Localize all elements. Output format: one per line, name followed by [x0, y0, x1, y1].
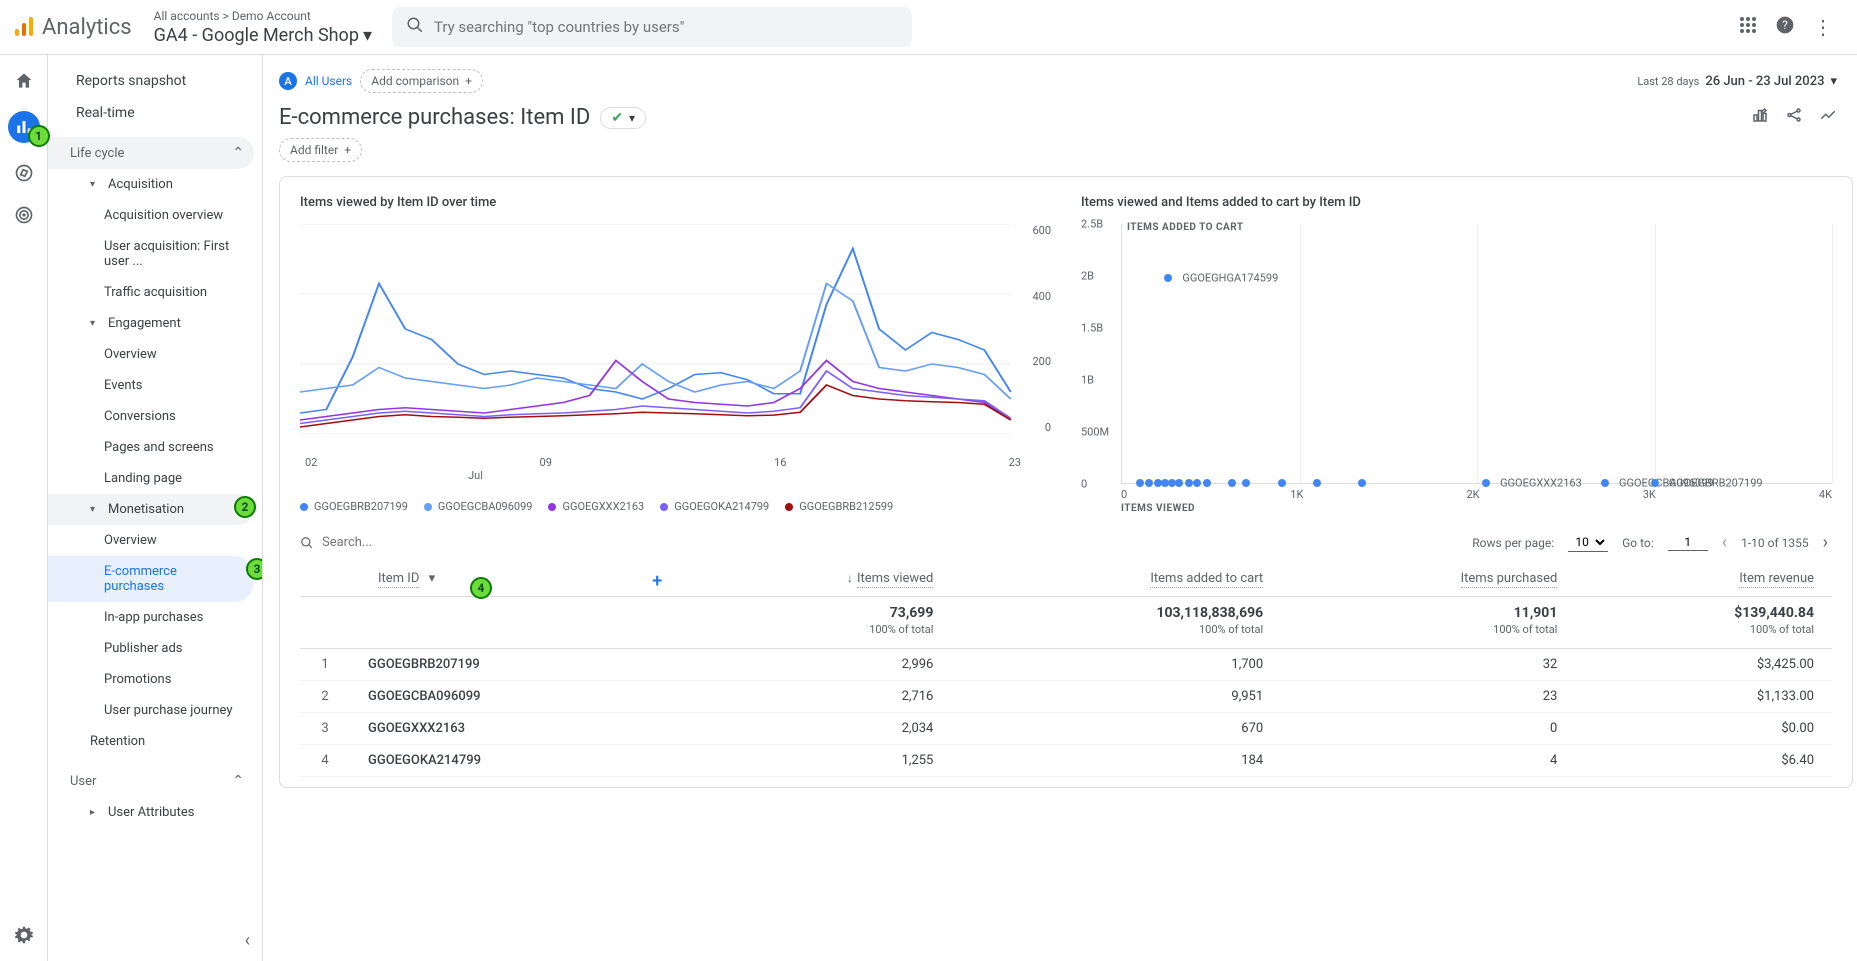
caret-down-icon: ▾ [90, 179, 100, 190]
sidebar-item-mon-inapp[interactable]: In-app purchases [48, 602, 254, 633]
add-comparison-button[interactable]: Add comparison+ [360, 69, 483, 93]
sidebar-item-monetisation[interactable]: ▾Monetisation 2 [48, 494, 254, 525]
table-row[interactable]: 2GGOEGCBA0960992,7169,95123$1,133.00 [300, 681, 1832, 713]
table-row[interactable]: 1GGOEGBRB2071992,9961,70032$3,425.00 [300, 649, 1832, 681]
table-search[interactable] [300, 535, 488, 550]
account-selector[interactable]: All accounts > Demo Account GA4 - Google… [154, 9, 372, 46]
breadcrumb: All accounts > Demo Account [154, 9, 372, 23]
search-bar[interactable] [392, 7, 912, 47]
prev-page-icon[interactable]: ‹ [1722, 532, 1727, 553]
sidebar-item-retention[interactable]: Retention [48, 726, 254, 757]
plus-icon: + [465, 74, 472, 88]
svg-text:?: ? [1782, 18, 1788, 32]
caret-right-icon: ▸ [90, 807, 100, 818]
caret-down-icon: ▾ [90, 504, 100, 515]
chevron-down-icon: ▾ [1830, 74, 1837, 89]
sidebar-item-user-attrs[interactable]: ▸User Attributes [48, 797, 254, 828]
add-filter-button[interactable]: Add filter+ [279, 138, 362, 162]
caret-down-icon: ▾ [90, 318, 100, 329]
advertising-icon[interactable] [12, 203, 36, 227]
table-controls: Rows per page: 10 Go to: ‹ 1-10 of 1355 … [300, 532, 1832, 553]
page-range: 1-10 of 1355 [1741, 536, 1809, 550]
scatter-chart: Items viewed and Items added to cart by … [1081, 195, 1832, 514]
status-pill[interactable]: ✔ ▾ [600, 107, 646, 129]
report-actions [1751, 106, 1837, 129]
table-row[interactable]: 4GGOEGOKA2147991,2551844$6.40 [300, 745, 1832, 777]
sidebar-section-user[interactable]: User⌃ [48, 765, 254, 797]
chart-title: Items viewed and Items added to cart by … [1081, 195, 1832, 210]
date-range-picker[interactable]: Last 28 days 26 Jun - 23 Jul 2023 ▾ [1637, 74, 1837, 89]
col-items-viewed[interactable]: Items viewed [857, 571, 933, 588]
insights-icon[interactable] [1819, 106, 1837, 129]
sidebar-item-acquisition[interactable]: ▾Acquisition [48, 169, 254, 200]
pagination: Rows per page: 10 Go to: ‹ 1-10 of 1355 … [1472, 532, 1828, 553]
explore-icon[interactable] [12, 161, 36, 185]
nav-rail: 1 [0, 55, 48, 961]
sidebar-item-eng-pages[interactable]: Pages and screens [48, 432, 254, 463]
home-icon[interactable] [12, 69, 36, 93]
sidebar-item-acq-user[interactable]: User acquisition: First user ... [48, 231, 254, 277]
chevron-down-icon: ▾ [629, 111, 635, 125]
search-icon [300, 536, 314, 550]
col-items-added[interactable]: Items added to cart [1150, 571, 1263, 588]
share-icon[interactable] [1785, 106, 1803, 129]
sidebar-item-acq-overview[interactable]: Acquisition overview [48, 200, 254, 231]
table-search-input[interactable] [322, 535, 488, 550]
reports-icon[interactable]: 1 [8, 111, 40, 143]
dimension-picker[interactable]: Item ID [378, 571, 419, 588]
data-table: Item ID ▾ + 4 ↓Items viewed Items added … [300, 561, 1832, 777]
sidebar-item-eng-events[interactable]: Events [48, 370, 254, 401]
col-items-purchased[interactable]: Items purchased [1461, 571, 1558, 588]
chart-legend: GGOEGBRB207199 GGOEGCBA096099 GGOEGXXX21… [300, 500, 1051, 513]
sidebar-item-realtime[interactable]: Real-time [48, 97, 254, 129]
col-item-revenue[interactable]: Item revenue [1739, 571, 1814, 588]
chart-title: Items viewed by Item ID over time [300, 195, 1051, 210]
sidebar-item-engagement[interactable]: ▾Engagement [48, 308, 254, 339]
customize-icon[interactable] [1751, 106, 1769, 129]
charts-card: Items viewed by Item ID over time 600400… [279, 176, 1853, 788]
collapse-sidebar-icon[interactable]: ‹ [245, 930, 250, 951]
sidebar-item-mon-overview[interactable]: Overview [48, 525, 254, 556]
report-sidebar: Reports snapshot Real-time Life cycle⌃ ▾… [48, 55, 263, 961]
header-actions: ? ⋮ [1739, 15, 1833, 40]
sidebar-item-acq-traffic[interactable]: Traffic acquisition [48, 277, 254, 308]
analytics-logo: Analytics [12, 15, 132, 40]
next-page-icon[interactable]: › [1823, 532, 1828, 553]
gear-icon[interactable] [12, 923, 36, 947]
check-circle-icon: ✔ [611, 110, 623, 126]
rows-per-page-select[interactable]: 10 [1568, 533, 1608, 552]
add-dimension-button[interactable]: + [652, 571, 662, 592]
chevron-up-icon: ⌃ [232, 145, 244, 161]
chevron-down-icon: ▾ [363, 25, 372, 46]
more-icon[interactable]: ⋮ [1813, 15, 1833, 39]
main-content: A All Users Add comparison+ Last 28 days… [263, 55, 1857, 961]
line-chart: Items viewed by Item ID over time 600400… [300, 195, 1051, 514]
apps-icon[interactable] [1739, 15, 1757, 39]
sidebar-item-mon-promotions[interactable]: Promotions [48, 664, 254, 695]
sort-desc-icon[interactable]: ↓ [847, 571, 853, 585]
sidebar-item-mon-publisher[interactable]: Publisher ads [48, 633, 254, 664]
chevron-up-icon: ⌃ [232, 773, 244, 789]
search-icon [406, 16, 424, 38]
sidebar-item-mon-journey[interactable]: User purchase journey [48, 695, 254, 726]
plus-icon: + [344, 143, 351, 157]
product-name: Analytics [42, 15, 132, 40]
comparison-toolbar: A All Users Add comparison+ Last 28 days… [279, 69, 1857, 93]
help-icon[interactable]: ? [1775, 15, 1795, 40]
goto-input[interactable] [1668, 534, 1708, 551]
sidebar-section-lifecycle[interactable]: Life cycle⌃ [48, 137, 254, 169]
table-row[interactable]: 3GGOEGXXX21632,0346700$0.00 [300, 713, 1832, 745]
search-input[interactable] [434, 18, 898, 36]
sidebar-item-snapshot[interactable]: Reports snapshot [48, 65, 254, 97]
sidebar-item-eng-conversions[interactable]: Conversions [48, 401, 254, 432]
chevron-down-icon: ▾ [429, 571, 436, 586]
sidebar-item-eng-overview[interactable]: Overview [48, 339, 254, 370]
sidebar-item-eng-landing[interactable]: Landing page [48, 463, 254, 494]
sidebar-item-mon-ecom[interactable]: E-commerce purchases 3 [48, 556, 254, 602]
segment-label: All Users [305, 74, 352, 88]
page-title: E-commerce purchases: Item ID ✔ ▾ [279, 105, 646, 130]
segment-chip[interactable]: A [279, 72, 297, 90]
property-name: GA4 - Google Merch Shop [154, 25, 359, 46]
app-header: Analytics All accounts > Demo Account GA… [0, 0, 1857, 55]
